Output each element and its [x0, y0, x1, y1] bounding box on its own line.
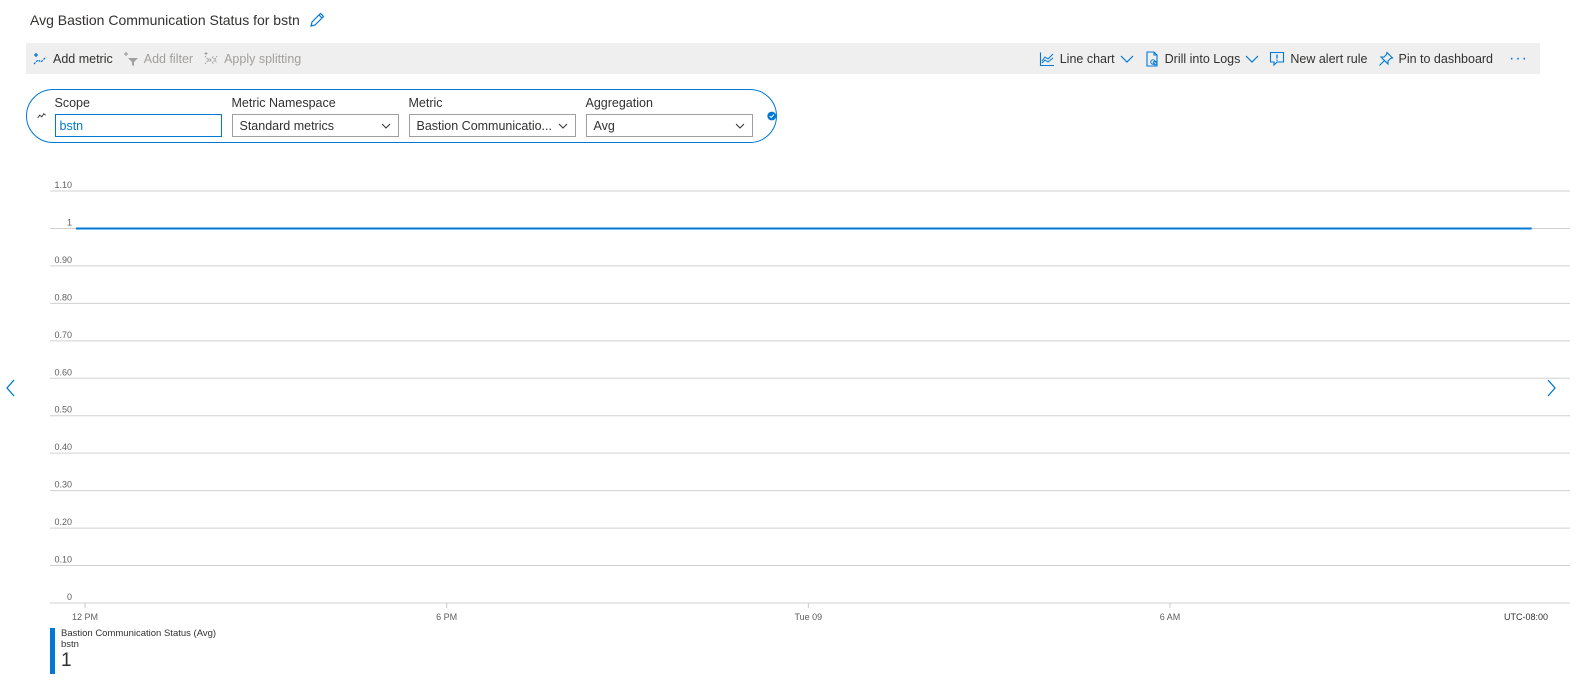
logs-icon [1146, 50, 1158, 67]
x-tick-label: 12 PM [72, 612, 98, 622]
x-tick-label: 6 AM [1160, 612, 1181, 622]
pin-to-dashboard-label: Pin to dashboard [1398, 51, 1494, 66]
new-alert-rule-label: New alert rule [1290, 51, 1368, 66]
chart-title: Avg Bastion Communication Status for bst… [30, 12, 300, 28]
toolbar-left: Add metric Add filter Apply splitting [32, 51, 301, 67]
metric-namespace-label: Metric Namespace [231, 96, 336, 110]
chevron-down-icon [381, 123, 390, 129]
pencil-icon[interactable] [308, 11, 326, 29]
line-chart: 0 0.10 0.20 0.30 0.40 0.50 0.60 0.70 0.80 0.90 1 1.… [50, 180, 1570, 622]
aggregation-field: Aggregation Avg [585, 95, 753, 137]
drill-into-logs-label: Drill into Logs [1164, 51, 1241, 66]
y-tick-label: 1.10 [54, 180, 72, 190]
metric-line-icon [37, 113, 47, 119]
metric-namespace-field: Metric Namespace Standard metrics [231, 95, 399, 137]
y-tick-label: 1 [67, 217, 72, 227]
aggregation-value: Avg [593, 118, 615, 133]
toolbar-right: Line chart Drill into Logs New alert rul… [1039, 50, 1534, 68]
chevron-down-icon [735, 123, 744, 129]
chart-toolbar: Add metric Add filter Apply splitting Li… [26, 43, 1540, 74]
y-tick-label: 0 [67, 592, 72, 602]
aggregation-select[interactable]: Avg [585, 114, 753, 137]
x-tick-label: 6 PM [436, 612, 457, 622]
metric-select[interactable]: Bastion Communicatio... [408, 114, 576, 137]
drill-into-logs-dropdown[interactable]: Drill into Logs [1144, 50, 1260, 67]
alert-icon [1270, 51, 1285, 66]
scope-value: bstn [59, 118, 84, 133]
y-tick-label: 0.10 [54, 555, 72, 565]
chevron-right-icon[interactable] [1544, 378, 1558, 398]
chart-title-row: Avg Bastion Communication Status for bst… [30, 10, 326, 30]
add-filter-icon [123, 51, 138, 66]
metric-namespace-select[interactable]: Standard metrics [231, 114, 399, 137]
y-tick-label: 0.70 [54, 330, 72, 340]
y-tick-label: 0.80 [54, 292, 72, 302]
line-chart-label: Line chart [1059, 51, 1115, 66]
apply-splitting-button[interactable]: Apply splitting [203, 51, 301, 67]
x-tick-label: Tue 09 [794, 612, 822, 622]
add-filter-button[interactable]: Add filter [123, 51, 193, 67]
legend-text: Bastion Communication Status (Avg) bstn … [61, 628, 216, 674]
pin-icon [1378, 50, 1394, 66]
add-filter-label: Add filter [143, 51, 194, 66]
chevron-down-icon [558, 123, 567, 129]
apply-splitting-icon [204, 51, 218, 64]
y-tick-label: 0.90 [54, 255, 72, 265]
new-alert-rule-button[interactable]: New alert rule [1269, 51, 1368, 67]
metric-value: Bastion Communicatio... [416, 118, 552, 133]
metric-field: Metric Bastion Communicatio... [408, 95, 576, 137]
y-tick-label: 0.60 [54, 367, 72, 377]
y-tick-label: 0.30 [54, 480, 72, 490]
y-tick-label: 0.50 [54, 405, 72, 415]
more-options-button[interactable]: ··· [1503, 50, 1534, 68]
y-tick-label: 0.20 [54, 517, 72, 527]
legend-series-name: Bastion Communication Status (Avg) [61, 628, 217, 639]
metric-label: Metric [408, 96, 443, 110]
add-metric-icon [33, 52, 47, 64]
chart-legend[interactable]: Bastion Communication Status (Avg) bstn … [50, 628, 216, 674]
metric-selector: Scope bstn Metric Namespace Standard met… [26, 89, 777, 143]
chart-area: 0 0.10 0.20 0.30 0.40 0.50 0.60 0.70 0.80 0.90 1 1.… [0, 150, 1592, 630]
scope-input[interactable]: bstn [54, 114, 222, 137]
add-metric-button[interactable]: Add metric [32, 51, 113, 67]
y-tick-label: 0.40 [54, 442, 72, 452]
aggregation-label: Aggregation [585, 96, 653, 110]
confirm-check-icon[interactable] [766, 109, 777, 123]
pin-to-dashboard-button[interactable]: Pin to dashboard [1378, 50, 1494, 67]
add-metric-label: Add metric [53, 51, 113, 66]
legend-resource: bstn [61, 639, 79, 650]
legend-color-bar [50, 628, 55, 674]
chevron-down-icon [1120, 55, 1134, 63]
scope-field: Scope bstn [54, 95, 222, 137]
legend-value: 1 [61, 650, 72, 671]
apply-splitting-label: Apply splitting [224, 51, 302, 66]
scope-label: Scope [54, 96, 90, 110]
line-chart-dropdown[interactable]: Line chart [1039, 51, 1134, 67]
chevron-down-icon [1245, 55, 1259, 63]
chevron-left-icon[interactable] [4, 378, 18, 398]
timezone-label: UTC-08:00 [1504, 612, 1548, 622]
metric-namespace-value: Standard metrics [239, 118, 334, 133]
line-chart-icon [1039, 52, 1054, 66]
